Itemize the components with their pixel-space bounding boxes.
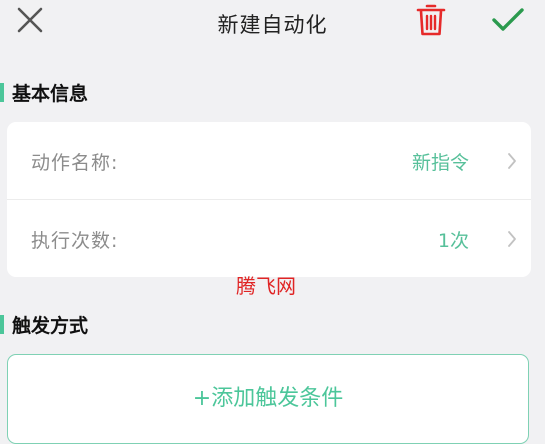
section-accent-bar	[0, 82, 4, 102]
basic-info-card: 动作名称: 新指令 执行次数: 1次	[7, 122, 531, 277]
chevron-right-icon	[507, 152, 517, 170]
add-trigger-button[interactable]: +添加触发条件	[7, 354, 529, 444]
header-bar: 新建自动化	[0, 0, 545, 46]
add-trigger-label: +添加触发条件	[192, 386, 344, 411]
section-title: 基本信息	[12, 82, 89, 105]
action-name-value: 新指令	[411, 152, 469, 174]
chevron-right-icon	[507, 230, 517, 248]
section-title: 触发方式	[12, 314, 89, 337]
check-icon	[490, 6, 526, 38]
section-accent-bar	[0, 314, 4, 334]
action-name-row[interactable]: 动作名称: 新指令	[7, 122, 531, 200]
page-title: 新建自动化	[217, 13, 328, 37]
trash-icon	[416, 3, 446, 41]
execution-count-row[interactable]: 执行次数: 1次	[7, 200, 531, 277]
section-basic-info: 基本信息	[0, 80, 89, 105]
action-name-label: 动作名称:	[31, 152, 119, 174]
execution-count-label: 执行次数:	[31, 230, 119, 252]
watermark-text: 腾飞网	[236, 274, 296, 298]
confirm-button[interactable]	[488, 5, 528, 39]
section-trigger: 触发方式	[0, 312, 89, 337]
execution-count-value: 1次	[437, 230, 469, 252]
delete-button[interactable]	[413, 3, 449, 41]
